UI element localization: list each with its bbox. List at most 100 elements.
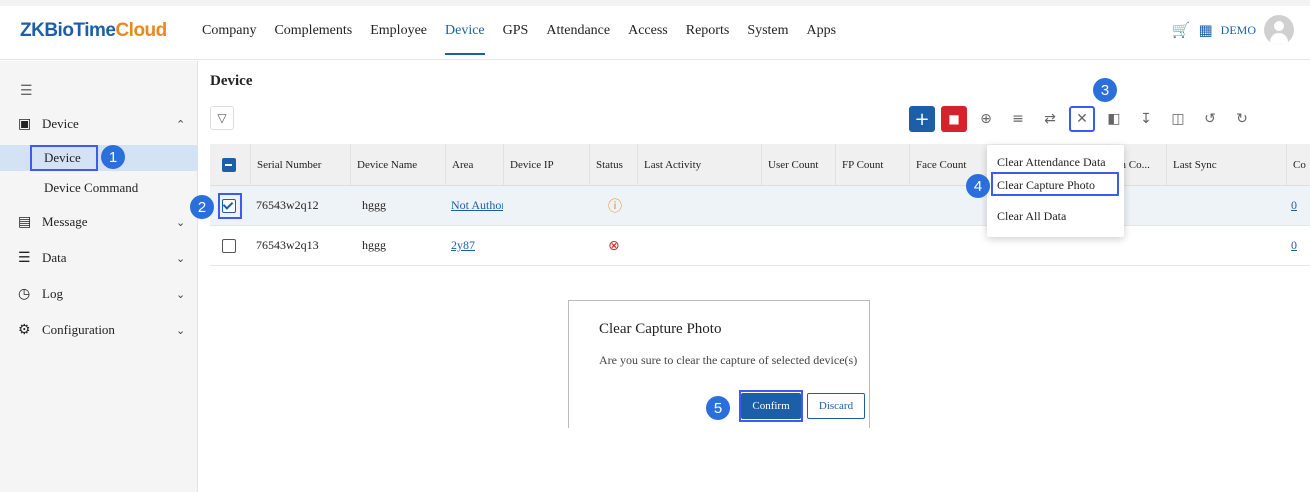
table-row[interactable]: 76543w2q12 hggg Not Authoriz ⓘ 0 <box>210 186 1310 226</box>
filter-button[interactable]: ▽ <box>210 106 234 130</box>
logo-accent: Cloud <box>115 20 167 41</box>
company-icon[interactable]: ▦ <box>1198 21 1212 40</box>
columns-button[interactable]: ◫ <box>1165 106 1191 132</box>
chevron-down-icon: ⌄ <box>176 324 186 337</box>
discard-button[interactable]: Discard <box>807 393 865 419</box>
dialog-message: Are you sure to clear the capture of sel… <box>599 353 858 367</box>
history-button[interactable]: ↺ <box>1197 106 1223 132</box>
cart-icon[interactable]: 🛒 <box>1172 21 1191 40</box>
sidebar-group-message-label: Message <box>42 214 88 229</box>
trash-icon: ■ <box>948 112 960 126</box>
delete-button[interactable]: ■ <box>941 106 967 132</box>
menu-item-clear-all-data[interactable]: Clear All Data <box>997 209 1066 224</box>
transfer-icon: ⇄ <box>1044 111 1056 127</box>
sidebar-group-log[interactable]: ◷ Log ⌄ <box>0 277 198 311</box>
header-last-activity[interactable]: Last Activity <box>637 144 761 185</box>
header-status[interactable]: Status <box>589 144 637 185</box>
nav-complements[interactable]: Complements <box>274 23 352 55</box>
header-area[interactable]: Area <box>445 144 503 185</box>
area-link[interactable]: 2y87 <box>451 226 503 265</box>
sidebar-group-data-label: Data <box>42 250 67 265</box>
top-strip <box>0 0 1310 6</box>
refresh-icon: ↻ <box>1236 111 1248 127</box>
table-row[interactable]: 76543w2q13 hggg 2y87 ⊗ 0 <box>210 226 1310 266</box>
columns-icon: ◫ <box>1171 111 1185 127</box>
chevron-down-icon: ⌄ <box>176 252 186 265</box>
sidebar-item-device-command[interactable]: Device Command <box>0 175 198 201</box>
user-area: 🛒 ▦ DEMO <box>1172 15 1294 45</box>
nav-attendance[interactable]: Attendance <box>546 23 610 55</box>
error-icon: ⊗ <box>608 237 620 254</box>
header-device-name[interactable]: Device Name <box>350 144 445 185</box>
nav-device[interactable]: Device <box>445 23 485 55</box>
menu-item-clear-capture-photo[interactable]: Clear Capture Photo <box>997 178 1095 193</box>
nav-apps[interactable]: Apps <box>807 23 837 55</box>
list-icon: ≡ <box>1012 111 1024 127</box>
confirm-button[interactable]: Confirm <box>741 393 801 419</box>
area-link[interactable]: Not Authoriz <box>451 186 503 225</box>
avatar[interactable] <box>1264 15 1294 45</box>
transfer-button[interactable]: ⇄ <box>1037 106 1063 132</box>
download-button[interactable]: ↧ <box>1133 106 1159 132</box>
plus-icon: + <box>914 108 930 130</box>
header-user-count[interactable]: User Count <box>761 144 835 185</box>
nav-employee[interactable]: Employee <box>370 23 427 55</box>
nav-gps[interactable]: GPS <box>503 23 529 55</box>
nav-reports[interactable]: Reports <box>686 23 730 55</box>
main-nav: Company Complements Employee Device GPS … <box>202 23 854 55</box>
download-icon: ↧ <box>1140 111 1152 127</box>
page-title: Device <box>210 73 253 89</box>
filter-icon: ▽ <box>217 110 227 125</box>
sidebar-group-message[interactable]: ▤ Message ⌄ <box>0 205 198 239</box>
refresh-button[interactable]: ↻ <box>1229 106 1255 132</box>
nav-company[interactable]: Company <box>202 23 256 55</box>
header-serial-number[interactable]: Serial Number <box>250 144 350 185</box>
highlight-box <box>218 193 242 219</box>
header-co[interactable]: Co <box>1286 144 1310 185</box>
user-label[interactable]: DEMO <box>1221 23 1256 38</box>
menu-item-clear-attendance-data[interactable]: Clear Attendance Data <box>997 155 1106 170</box>
co-link[interactable]: 0 <box>1291 186 1305 225</box>
select-all-checkbox[interactable] <box>222 157 236 172</box>
sidebar-group-device-label: Device <box>42 116 79 131</box>
header-device-ip[interactable]: Device IP <box>503 144 589 185</box>
add-device-button[interactable]: ⊕ <box>973 106 999 132</box>
add-button[interactable]: + <box>909 106 935 132</box>
toolbar: + ■ ⊕ ≡ ⇄ ✕ ◧ ↧ ◫ ↺ ↻ <box>909 106 1255 132</box>
clock-icon: ◷ <box>18 286 31 302</box>
sidebar-group-data[interactable]: ☰ Data ⌄ <box>0 241 198 275</box>
warning-icon: ⓘ <box>608 198 622 215</box>
header-fp-count[interactable]: FP Count <box>835 144 909 185</box>
step-marker-3: 3 <box>1093 78 1117 102</box>
select-all-cell[interactable] <box>222 144 236 185</box>
table-header: Serial Number Device Name Area Device IP… <box>210 144 1310 186</box>
nav-system[interactable]: System <box>747 23 788 55</box>
step-marker-5: 5 <box>706 396 730 420</box>
device-options-icon: ◧ <box>1107 111 1121 127</box>
step-marker-4: 4 <box>966 174 990 198</box>
sidebar-group-log-label: Log <box>42 286 63 301</box>
sidebar-group-device[interactable]: ▣ Device ⌃ <box>0 107 198 141</box>
sidebar-group-configuration[interactable]: ⚙ Configuration ⌄ <box>0 313 198 347</box>
top-bar: ZKBioTimeCloud Company Complements Emplo… <box>0 0 1310 60</box>
row-checkbox-cell[interactable] <box>222 226 236 265</box>
app-logo[interactable]: ZKBioTimeCloud <box>20 20 167 42</box>
status-cell: ⊗ <box>608 226 636 265</box>
sidebar-group-configuration-label: Configuration <box>42 322 115 337</box>
nav-access[interactable]: Access <box>628 23 668 55</box>
device-options-button[interactable]: ◧ <box>1101 106 1127 132</box>
clear-button[interactable]: ✕ <box>1069 106 1095 132</box>
chevron-up-icon: ⌃ <box>176 118 186 131</box>
co-link[interactable]: 0 <box>1291 226 1305 265</box>
list-button[interactable]: ≡ <box>1005 106 1031 132</box>
header-last-sync[interactable]: Last Sync <box>1166 144 1286 185</box>
status-cell: ⓘ <box>608 186 636 225</box>
gear-icon: ⚙ <box>18 322 31 338</box>
collapse-sidebar-icon[interactable]: ☰ <box>20 83 33 100</box>
step-marker-1: 1 <box>101 145 125 169</box>
dialog-title: Clear Capture Photo <box>599 321 722 337</box>
message-icon: ▤ <box>18 214 32 230</box>
step-marker-2: 2 <box>190 195 214 219</box>
row-checkbox[interactable] <box>222 238 236 253</box>
chevron-down-icon: ⌄ <box>176 288 186 301</box>
